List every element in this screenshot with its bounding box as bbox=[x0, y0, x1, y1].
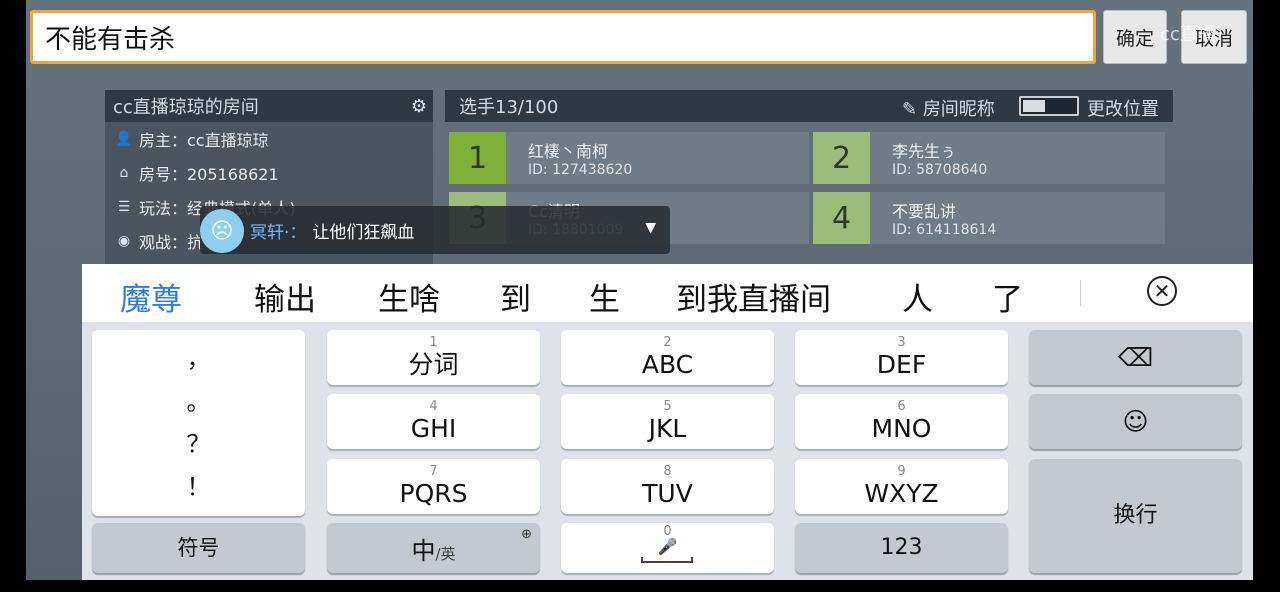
text-input[interactable]: 不能有击杀 bbox=[30, 10, 1096, 64]
key-9[interactable]: 9 WXYZ bbox=[795, 459, 1008, 514]
space-key[interactable]: 0 🎤 bbox=[561, 523, 774, 573]
player-slot[interactable]: 4 不要乱讲 ID: 614118614 bbox=[813, 192, 1165, 244]
slot-number: 1 bbox=[449, 132, 506, 184]
player-slot[interactable]: 2 李先生ぅ ID: 58708640 bbox=[813, 132, 1165, 184]
players-header: 选手13/100 ✎ 房间昵称 更改位置 bbox=[445, 90, 1173, 122]
room-header: cc直播琼琼的房间 ⚙ bbox=[105, 90, 433, 122]
list-icon: ☰ bbox=[117, 199, 131, 215]
key-2[interactable]: 2 ABC bbox=[561, 330, 774, 385]
key-1[interactable]: 1 分词 bbox=[327, 330, 540, 385]
candidate-bar: 魔尊 输出 生啥 到 生 到我直播间 人 了 ✕ bbox=[82, 264, 1253, 322]
player-name: 不要乱讲 bbox=[892, 202, 957, 221]
eye-icon: ◉ bbox=[117, 233, 131, 249]
home-icon: ⌂ bbox=[119, 165, 129, 181]
player-id: ID: 127438620 bbox=[528, 162, 633, 178]
user-icon: 👤 bbox=[115, 131, 133, 147]
room-title: cc直播琼琼的房间 bbox=[113, 97, 259, 118]
chat-username: 冥轩·： bbox=[250, 222, 307, 243]
watermark: cc直播 bbox=[1160, 24, 1216, 45]
chevron-down-icon[interactable]: ▼ bbox=[645, 220, 656, 236]
backspace-key[interactable]: ⌫ bbox=[1029, 330, 1242, 385]
ime-keyboard: 魔尊 输出 生啥 到 生 到我直播间 人 了 ✕ ， 。 ？ ！ 1 分词 2 AB… bbox=[82, 264, 1253, 580]
symbol-key[interactable]: 符号 bbox=[92, 523, 305, 573]
player-count: 选手13/100 bbox=[459, 97, 559, 118]
chat-message: 让他们狂飙血 bbox=[312, 222, 415, 243]
candidate-word[interactable]: 人 bbox=[902, 274, 933, 319]
room-owner-row: 👤 房主：cc直播琼琼 bbox=[105, 122, 433, 156]
candidate-word[interactable]: 到 bbox=[500, 274, 531, 319]
space-icon bbox=[641, 557, 693, 563]
confirm-button[interactable]: 确定 bbox=[1103, 10, 1167, 64]
newline-key[interactable]: 换行 bbox=[1029, 459, 1242, 573]
player-slot[interactable]: 1 红棲丶南柯 ID: 127438620 bbox=[449, 132, 809, 184]
language-switch-key[interactable]: 中/英 ⊕ bbox=[327, 523, 540, 573]
player-id: ID: 614118614 bbox=[892, 222, 997, 238]
candidate-word[interactable]: 了 bbox=[992, 274, 1023, 319]
key-5[interactable]: 5 JKL bbox=[561, 394, 774, 449]
room-owner: 房主：cc直播琼琼 bbox=[139, 131, 269, 150]
candidate-word[interactable]: 魔尊 bbox=[120, 274, 182, 319]
question-key[interactable]: ？ bbox=[187, 431, 211, 457]
room-number: 房号：205168621 bbox=[139, 165, 279, 184]
number-key[interactable]: 123 bbox=[795, 523, 1008, 573]
nickname-toggle-label: ✎ 房间昵称 bbox=[902, 99, 995, 120]
player-name: 李先生ぅ bbox=[892, 142, 957, 161]
nickname-toggle[interactable] bbox=[1019, 96, 1079, 116]
candidate-word[interactable]: 生啥 bbox=[378, 274, 440, 319]
key-7[interactable]: 7 PQRS bbox=[327, 459, 540, 514]
slot-number: 2 bbox=[813, 132, 870, 184]
punctuation-key[interactable]: ， 。 ？ ！ bbox=[92, 330, 305, 516]
room-spectate: 观战：抗 bbox=[139, 233, 204, 252]
divider bbox=[1080, 280, 1081, 306]
candidate-word[interactable]: 生 bbox=[589, 274, 620, 319]
key-8[interactable]: 8 TUV bbox=[561, 459, 774, 514]
avatar: ☹ bbox=[200, 209, 244, 253]
backspace-icon: ⌫ bbox=[1117, 342, 1154, 372]
globe-icon: ⊕ bbox=[521, 527, 532, 542]
candidate-word[interactable]: 到我直播间 bbox=[676, 274, 831, 319]
emoji-key[interactable]: ☺ bbox=[1029, 394, 1242, 449]
key-4[interactable]: 4 GHI bbox=[327, 394, 540, 449]
exclaim-key[interactable]: ！ bbox=[187, 474, 211, 500]
gear-icon[interactable]: ⚙ bbox=[411, 96, 427, 117]
player-name: 红棲丶南柯 bbox=[528, 142, 609, 161]
microphone-icon: 🎤 bbox=[657, 537, 678, 556]
key-6[interactable]: 6 MNO bbox=[795, 394, 1008, 449]
candidate-word[interactable]: 输出 bbox=[254, 274, 316, 319]
change-position-button[interactable]: 更改位置 bbox=[1087, 95, 1159, 121]
smiley-icon: ☺ bbox=[1122, 406, 1149, 436]
player-id: ID: 58708640 bbox=[892, 162, 988, 178]
slot-number: 4 bbox=[813, 192, 870, 244]
comma-key[interactable]: ， bbox=[187, 346, 211, 372]
period-key[interactable]: 。 bbox=[187, 389, 211, 415]
close-icon[interactable]: ✕ bbox=[1147, 276, 1177, 306]
key-3[interactable]: 3 DEF bbox=[795, 330, 1008, 385]
chat-bubble[interactable]: ☹ 冥轩·： 让他们狂飙血 ▼ bbox=[200, 206, 670, 254]
room-number-row: ⌂ 房号：205168621 bbox=[105, 156, 433, 190]
input-value: 不能有击杀 bbox=[45, 24, 176, 55]
